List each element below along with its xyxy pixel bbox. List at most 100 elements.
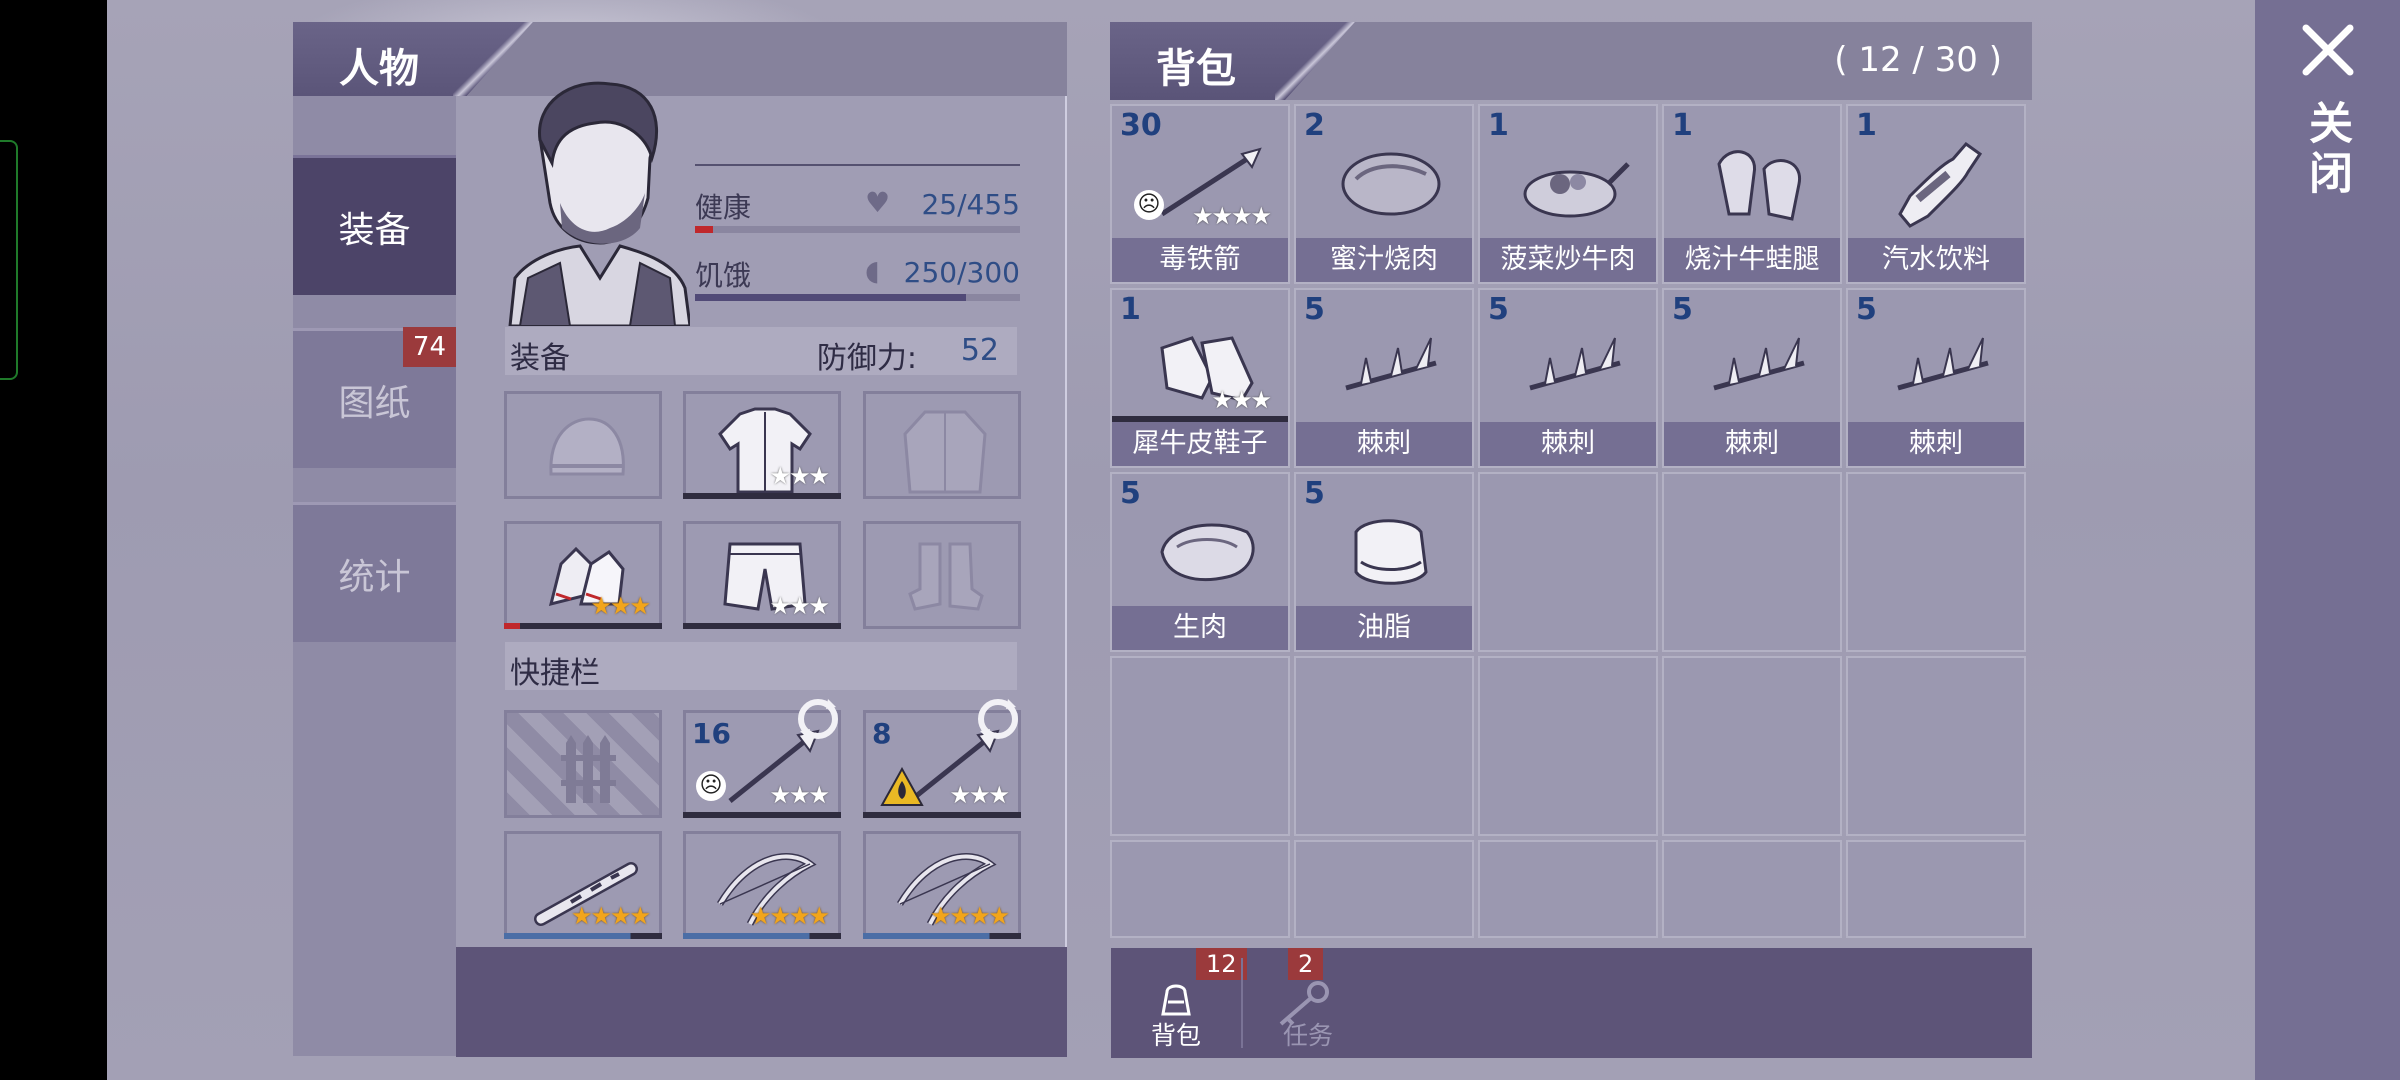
health-label: 健康 [695, 191, 752, 224]
boots-icon [908, 542, 984, 611]
item-qty: 5 [1672, 292, 1693, 327]
thorn-icon [1897, 337, 1989, 391]
hotbar-slot-locked [504, 710, 662, 818]
defense-label: 防御力: [816, 341, 917, 376]
close-icon[interactable] [2300, 22, 2356, 78]
backpack-empty-slot[interactable] [1662, 472, 1842, 652]
item-name: 蜜汁烧肉 [1296, 238, 1472, 282]
hotbar-slot-bow-2[interactable]: ★★★★ [863, 831, 1021, 939]
backpack-empty-slot[interactable] [1294, 656, 1474, 836]
fat-icon [1354, 519, 1428, 585]
item-name: 棘刺 [1296, 422, 1472, 466]
backpack-empty-slot[interactable] [1846, 840, 2026, 938]
backpack-item[interactable]: 5 油脂 [1294, 472, 1474, 652]
bow-2-durability-bar [863, 933, 1021, 939]
club-durability-bar [504, 933, 662, 939]
hotbar-1-stars: ★★★ [769, 781, 830, 809]
backpack-item[interactable]: 1 ★★★ 犀牛皮鞋子 [1110, 288, 1290, 468]
fire-warning-icon [880, 767, 924, 806]
fence-icon [561, 735, 616, 803]
item-qty: 5 [1304, 476, 1325, 511]
item-name: 犀牛皮鞋子 [1112, 422, 1288, 466]
equip-slot-boots[interactable] [863, 521, 1021, 629]
backpack-empty-slot[interactable] [1662, 840, 1842, 938]
equipment-label: 装备 [510, 341, 570, 376]
gloves-stars: ★★★ [590, 592, 651, 620]
tab-statistics[interactable]: 统计 [293, 502, 456, 642]
equipment-section-bar: 装备 防御力: 52 [505, 327, 1017, 376]
tab-blueprints[interactable]: 图纸 74 [293, 327, 456, 468]
stomach-icon: ◖ [865, 254, 880, 287]
hotbar-slot-spear-2[interactable]: 8 ★★★ [863, 699, 1021, 818]
jacket-durability-bar [683, 493, 841, 499]
item-stars: ★★★ [1211, 386, 1272, 414]
stir-fry-icon [1523, 162, 1630, 218]
backpack-empty-slot[interactable] [1110, 840, 1290, 938]
backpack-icon [1161, 984, 1191, 1016]
nav-quests[interactable]: 2 任务 [1243, 948, 1373, 1058]
hotbar-2-qty: 8 [872, 717, 892, 750]
item-name: 毒铁箭 [1112, 238, 1288, 282]
nav-backpack[interactable]: 12 背包 [1111, 948, 1247, 1058]
backpack-empty-slot[interactable] [1294, 840, 1474, 938]
backpack-item[interactable]: 5 棘刺 [1846, 288, 2026, 468]
poison-sad-face-icon: ☹ [696, 771, 726, 801]
backpack-item[interactable]: 5 生肉 [1110, 472, 1290, 652]
swap-icon[interactable] [972, 693, 1024, 745]
item-stars: ★★★★ [1191, 202, 1272, 230]
device-edge-indicator [0, 140, 18, 380]
backpack-empty-slot[interactable] [1846, 656, 2026, 836]
item-qty: 5 [1120, 476, 1141, 511]
equip-slot-coat[interactable] [863, 391, 1021, 499]
backpack-item[interactable]: 5 棘刺 [1478, 288, 1658, 468]
backpack-empty-slot[interactable] [1478, 840, 1658, 938]
bow-1-stars: ★★★★ [749, 902, 830, 930]
heart-icon: ♥ [865, 186, 891, 219]
tab-statistics-label: 统计 [338, 556, 411, 598]
backpack-empty-slot[interactable] [1478, 472, 1658, 652]
swap-icon[interactable] [792, 693, 844, 745]
backpack-empty-slot[interactable] [1846, 472, 2026, 652]
hotbar-slot-spear-1[interactable]: 16 ☹ ★★★ [683, 699, 841, 818]
tab-equipment[interactable]: 装备 [293, 155, 456, 295]
defense-value: 52 [960, 333, 999, 368]
hotbar-slot-club[interactable]: ★★★★ [504, 831, 662, 939]
hunger-stat: 饥饿 ◖ 250/300 [695, 254, 1020, 304]
backpack-item[interactable]: 1 菠菜炒牛肉 [1478, 104, 1658, 284]
backpack-item[interactable]: 2 蜜汁烧肉 [1294, 104, 1474, 284]
nav-backpack-badge: 12 [1196, 948, 1247, 980]
item-qty: 1 [1856, 108, 1877, 143]
equip-slot-helmet[interactable] [504, 391, 662, 499]
close-label[interactable]: 关闭 [2298, 100, 2358, 200]
backpack-capacity: ( 12 / 30 ) [1834, 40, 2002, 80]
equip-slot-gloves[interactable]: ★★★ [504, 521, 662, 629]
item-name: 汽水饮料 [1848, 238, 2024, 282]
thorn-icon [1713, 337, 1805, 391]
item-qty: 1 [1488, 108, 1509, 143]
raw-meat-icon [1160, 523, 1255, 581]
nav-quests-badge: 2 [1288, 948, 1324, 980]
item-name: 油脂 [1296, 606, 1472, 650]
nav-quests-label: 任务 [1282, 1021, 1333, 1050]
item-name: 生肉 [1112, 606, 1288, 650]
health-bar [695, 226, 1020, 233]
backpack-item[interactable]: 5 棘刺 [1662, 288, 1842, 468]
equip-slot-shorts[interactable]: ★★★ [683, 521, 841, 629]
backpack-item[interactable]: 30 ☹ ★★★★ 毒铁箭 [1110, 104, 1290, 284]
thorn-icon [1529, 337, 1621, 391]
backpack-bottom-nav: 12 背包 2 任务 [1111, 948, 2032, 1058]
equip-slot-jacket[interactable]: ★★★ [683, 391, 841, 499]
backpack-empty-slot[interactable] [1110, 656, 1290, 836]
character-title: 人物 [293, 22, 533, 100]
backpack-empty-slot[interactable] [1662, 656, 1842, 836]
backpack-empty-slot[interactable] [1478, 656, 1658, 836]
hotbar-slot-bow-1[interactable]: ★★★★ [683, 831, 841, 939]
item-name: 棘刺 [1848, 422, 2024, 466]
backpack-item[interactable]: 1 烧汁牛蛙腿 [1662, 104, 1842, 284]
nav-backpack-label: 背包 [1150, 1021, 1201, 1050]
backpack-item[interactable]: 5 棘刺 [1294, 288, 1474, 468]
backpack-item[interactable]: 1 汽水饮料 [1846, 104, 2026, 284]
item-name: 菠菜炒牛肉 [1480, 238, 1656, 282]
frog-legs-icon [1717, 150, 1801, 221]
poison-sad-face-icon: ☹ [1134, 190, 1164, 220]
